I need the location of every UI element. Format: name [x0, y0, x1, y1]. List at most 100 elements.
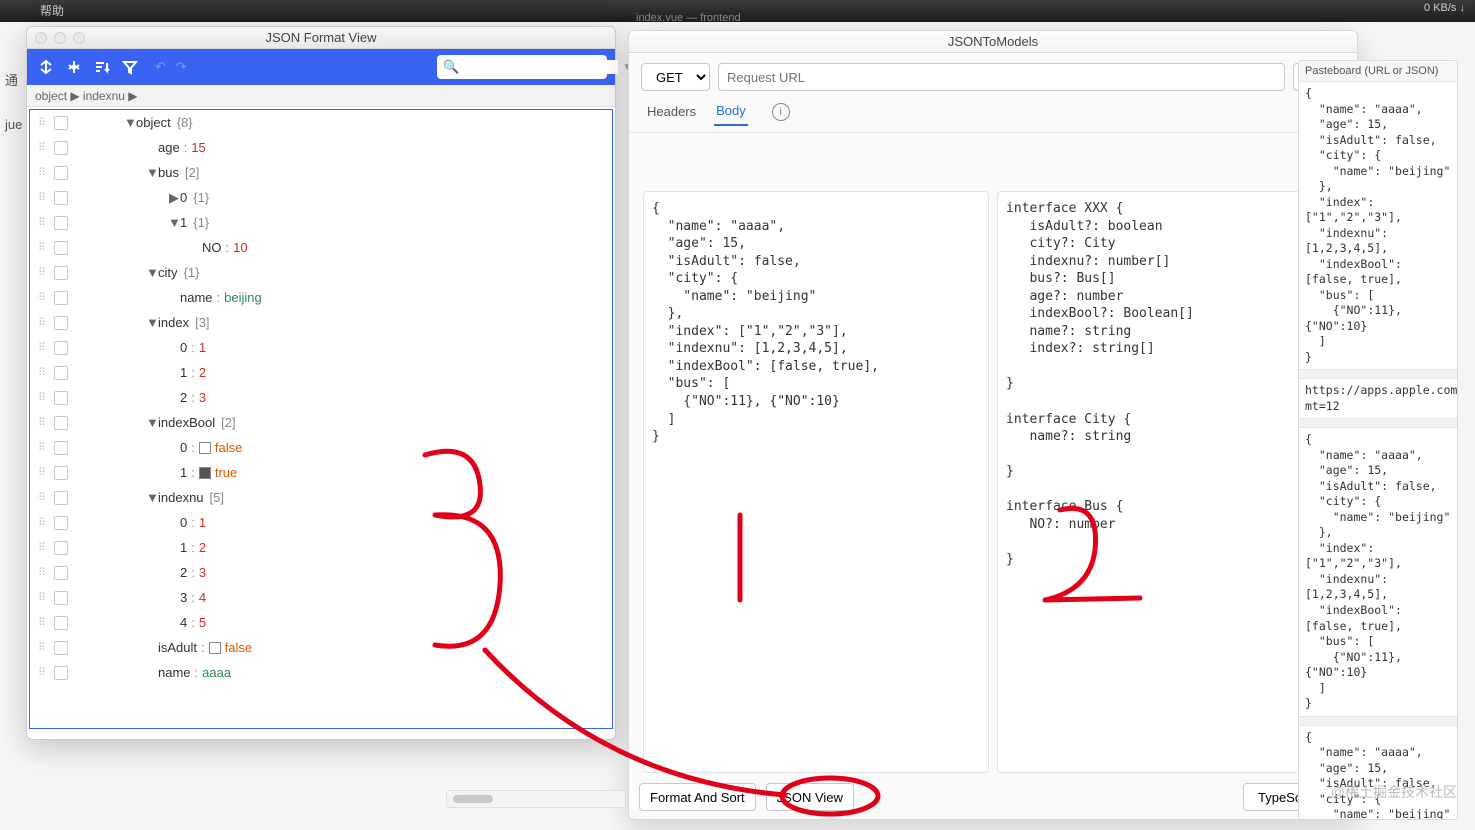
- tree-row[interactable]: ⠿ 1 : 2: [30, 360, 612, 385]
- tree-row[interactable]: ⠿▼ indexnu[5]: [30, 485, 612, 510]
- filter-icon[interactable]: [119, 56, 141, 78]
- tree-row[interactable]: ⠿▼ object{8}: [30, 110, 612, 135]
- search-field[interactable]: [463, 60, 618, 74]
- json-tree[interactable]: ⠿▼ object{8}⠿ age : 15⠿▼ bus[2]⠿▶ 0{1}⠿▼…: [29, 109, 613, 729]
- drag-handle-icon[interactable]: ⠿: [34, 166, 48, 179]
- checkbox-icon[interactable]: [54, 591, 68, 605]
- checkbox-icon[interactable]: [54, 641, 68, 655]
- http-method-select[interactable]: GET: [641, 63, 710, 91]
- checkbox-icon[interactable]: [54, 241, 68, 255]
- model-output-pane[interactable]: interface XXX { isAdult?: boolean city?:…: [997, 191, 1343, 773]
- format-and-sort-button[interactable]: Format And Sort: [639, 783, 756, 811]
- bool-checkbox[interactable]: [209, 642, 221, 654]
- checkbox-icon[interactable]: [54, 266, 68, 280]
- tree-row[interactable]: ⠿ isAdult : false: [30, 635, 612, 660]
- checkbox-icon[interactable]: [54, 341, 68, 355]
- search-input[interactable]: 🔍 ▼ ▾: [437, 55, 607, 79]
- drag-handle-icon[interactable]: ⠿: [34, 416, 48, 429]
- expand-icon[interactable]: [35, 56, 57, 78]
- checkbox-icon[interactable]: [54, 416, 68, 430]
- checkbox-icon[interactable]: [54, 191, 68, 205]
- drag-handle-icon[interactable]: ⠿: [34, 316, 48, 329]
- drag-handle-icon[interactable]: ⠿: [34, 641, 48, 654]
- drag-handle-icon[interactable]: ⠿: [34, 541, 48, 554]
- bool-checkbox[interactable]: [199, 467, 211, 479]
- checkbox-icon[interactable]: [54, 216, 68, 230]
- checkbox-icon[interactable]: [54, 366, 68, 380]
- toggle-icon[interactable]: ▼: [146, 165, 158, 180]
- drag-handle-icon[interactable]: ⠿: [34, 466, 48, 479]
- tree-row[interactable]: ⠿ 0 : 1: [30, 335, 612, 360]
- drag-handle-icon[interactable]: ⠿: [34, 566, 48, 579]
- checkbox-icon[interactable]: [54, 441, 68, 455]
- json-source-pane[interactable]: { "name": "aaaa", "age": 15, "isAdult": …: [643, 191, 989, 773]
- zoom-icon[interactable]: [73, 32, 85, 44]
- drag-handle-icon[interactable]: ⠿: [34, 191, 48, 204]
- checkbox-icon[interactable]: [54, 491, 68, 505]
- checkbox-icon[interactable]: [54, 541, 68, 555]
- drag-handle-icon[interactable]: ⠿: [34, 616, 48, 629]
- drag-handle-icon[interactable]: ⠿: [34, 341, 48, 354]
- tree-row[interactable]: ⠿ name : beijing: [30, 285, 612, 310]
- drag-handle-icon[interactable]: ⠿: [34, 516, 48, 529]
- checkbox-icon[interactable]: [54, 141, 68, 155]
- tree-row[interactable]: ⠿ 2 : 3: [30, 560, 612, 585]
- checkbox-icon[interactable]: [54, 466, 68, 480]
- drag-handle-icon[interactable]: ⠿: [34, 291, 48, 304]
- checkbox-icon[interactable]: [54, 116, 68, 130]
- tree-row[interactable]: ⠿▼ index[3]: [30, 310, 612, 335]
- checkbox-icon[interactable]: [54, 616, 68, 630]
- toggle-icon[interactable]: ▼: [146, 315, 158, 330]
- pasteboard-entry[interactable]: https://apps.apple.com/cn/app/jsontomode…: [1299, 379, 1457, 418]
- tree-row[interactable]: ⠿ name : aaaa: [30, 660, 612, 685]
- checkbox-icon[interactable]: [54, 666, 68, 680]
- url-input[interactable]: [718, 63, 1285, 91]
- json-view-button[interactable]: JSON View: [766, 783, 854, 811]
- drag-handle-icon[interactable]: ⠿: [34, 441, 48, 454]
- toggle-icon[interactable]: ▼: [168, 215, 180, 230]
- bool-checkbox[interactable]: [199, 442, 211, 454]
- collapse-icon[interactable]: [63, 56, 85, 78]
- pasteboard-entry[interactable]: { "name": "aaaa", "age": 15, "isAdult": …: [1299, 726, 1457, 820]
- window-titlebar[interactable]: JSON Format View: [27, 27, 615, 49]
- undo-icon[interactable]: ↶: [155, 59, 166, 75]
- tree-row[interactable]: ⠿ 0 : false: [30, 435, 612, 460]
- tab-body[interactable]: Body: [714, 97, 748, 126]
- checkbox-icon[interactable]: [54, 291, 68, 305]
- redo-icon[interactable]: ↷: [176, 59, 187, 75]
- tree-row[interactable]: ⠿▼ bus[2]: [30, 160, 612, 185]
- breadcrumb[interactable]: object ▶ indexnu ▶: [27, 85, 615, 107]
- tree-row[interactable]: ⠿ NO : 10: [30, 235, 612, 260]
- horizontal-scrollbar[interactable]: [446, 790, 626, 808]
- close-icon[interactable]: [35, 32, 47, 44]
- tree-row[interactable]: ⠿ 0 : 1: [30, 510, 612, 535]
- drag-handle-icon[interactable]: ⠿: [34, 216, 48, 229]
- drag-handle-icon[interactable]: ⠿: [34, 366, 48, 379]
- checkbox-icon[interactable]: [54, 566, 68, 580]
- tree-row[interactable]: ⠿ 2 : 3: [30, 385, 612, 410]
- pasteboard-entry[interactable]: { "name": "aaaa", "age": 15, "isAdult": …: [1299, 428, 1457, 715]
- menu-help[interactable]: 帮助: [40, 2, 64, 19]
- tree-row[interactable]: ⠿ 1 : true: [30, 460, 612, 485]
- sort-icon[interactable]: [91, 56, 113, 78]
- toggle-icon[interactable]: ▼: [146, 415, 158, 430]
- drag-handle-icon[interactable]: ⠿: [34, 491, 48, 504]
- tree-row[interactable]: ⠿▼ city{1}: [30, 260, 612, 285]
- pasteboard-entry[interactable]: { "name": "aaaa", "age": 15, "isAdult": …: [1299, 82, 1457, 369]
- drag-handle-icon[interactable]: ⠿: [34, 141, 48, 154]
- drag-handle-icon[interactable]: ⠿: [34, 666, 48, 679]
- tree-row[interactable]: ⠿ 3 : 4: [30, 585, 612, 610]
- drag-handle-icon[interactable]: ⠿: [34, 241, 48, 254]
- drag-handle-icon[interactable]: ⠿: [34, 116, 48, 129]
- tree-row[interactable]: ⠿ age : 15: [30, 135, 612, 160]
- tree-row[interactable]: ⠿ 4 : 5: [30, 610, 612, 635]
- drag-handle-icon[interactable]: ⠿: [34, 266, 48, 279]
- tab-headers[interactable]: Headers: [645, 98, 698, 125]
- drag-handle-icon[interactable]: ⠿: [34, 591, 48, 604]
- checkbox-icon[interactable]: [54, 316, 68, 330]
- tree-row[interactable]: ⠿ 1 : 2: [30, 535, 612, 560]
- tree-row[interactable]: ⠿▼ indexBool[2]: [30, 410, 612, 435]
- minimize-icon[interactable]: [54, 32, 66, 44]
- toggle-icon[interactable]: ▶: [168, 190, 180, 206]
- checkbox-icon[interactable]: [54, 391, 68, 405]
